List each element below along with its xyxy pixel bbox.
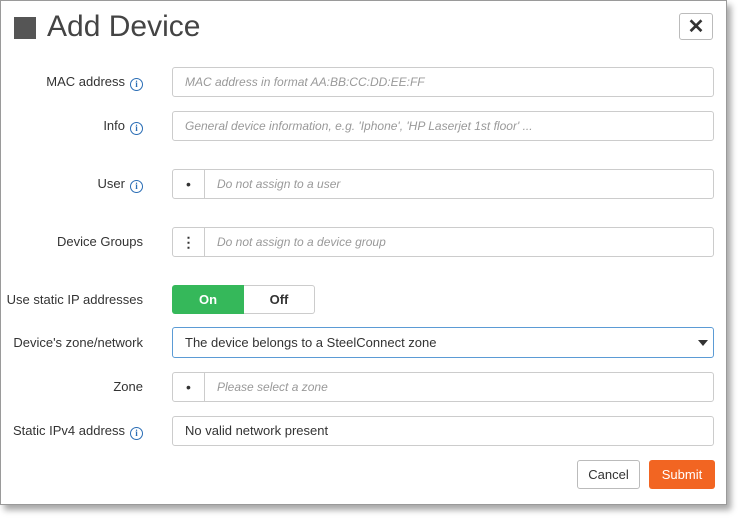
user-input[interactable]: Do not assign to a user [204, 169, 714, 199]
static-ip-off-toggle[interactable]: Off [244, 285, 315, 314]
user-label: User i [98, 176, 143, 193]
title-square-icon [14, 17, 36, 39]
user-select-button[interactable]: • [172, 169, 205, 199]
dialog-title: Add Device [47, 10, 201, 43]
user-label-text: User [97, 176, 125, 191]
info-icon[interactable]: i [130, 427, 143, 440]
device-groups-label: Device Groups [57, 234, 143, 249]
mac-address-label-text: MAC address [46, 74, 125, 89]
close-button[interactable]: ✕ [679, 13, 713, 40]
cancel-button[interactable]: Cancel [577, 460, 640, 489]
zone-label: Zone [113, 379, 143, 394]
mac-address-input[interactable]: MAC address in format AA:BB:CC:DD:EE:FF [172, 67, 714, 97]
submit-button[interactable]: Submit [649, 460, 715, 489]
dropdown-caret-icon [698, 340, 708, 346]
info-icon[interactable]: i [130, 180, 143, 193]
info-input[interactable]: General device information, e.g. 'Iphone… [172, 111, 714, 141]
device-groups-input[interactable]: Do not assign to a device group [204, 227, 714, 257]
info-label-text: Info [103, 118, 125, 133]
ipv4-label-text: Static IPv4 address [13, 423, 125, 438]
info-icon[interactable]: i [130, 78, 143, 91]
zone-input[interactable]: Please select a zone [204, 372, 714, 402]
static-ip-label: Use static IP addresses [6, 292, 143, 307]
ipv4-input[interactable]: No valid network present [172, 416, 714, 446]
zone-network-label: Device's zone/network [13, 335, 143, 350]
ipv4-label: Static IPv4 address i [13, 423, 143, 440]
zone-select-button[interactable]: • [172, 372, 205, 402]
device-groups-menu-button[interactable]: ⋮ [172, 227, 205, 257]
static-ip-on-toggle[interactable]: On [172, 285, 244, 314]
add-device-dialog: Add Device ✕ MAC address i MAC address in… [0, 0, 727, 505]
mac-address-label: MAC address i [46, 74, 143, 91]
zone-network-select[interactable]: The device belongs to a SteelConnect zon… [172, 327, 714, 358]
zone-network-value: The device belongs to a SteelConnect zon… [185, 335, 437, 350]
info-icon[interactable]: i [130, 122, 143, 135]
info-label: Info i [103, 118, 143, 135]
